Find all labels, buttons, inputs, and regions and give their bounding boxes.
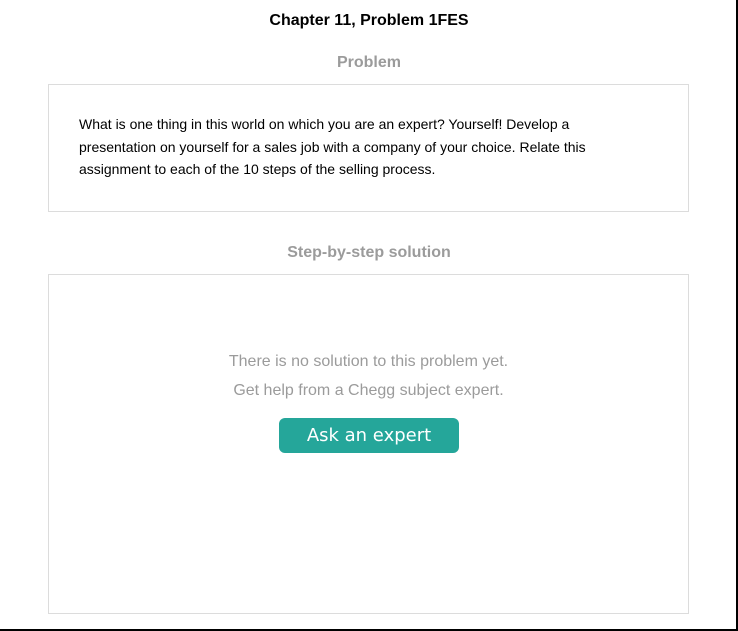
page-title: Chapter 11, Problem 1FES	[269, 12, 469, 29]
problem-box: What is one thing in this world on which…	[48, 84, 689, 212]
no-solution-message: There is no solution to this problem yet…	[228, 353, 509, 370]
ask-an-expert-button[interactable]: Ask an expert	[279, 418, 459, 453]
expert-help-message: Get help from a Chegg subject expert.	[233, 382, 504, 399]
problem-heading: Problem	[336, 54, 401, 71]
solution-heading: Step-by-step solution	[287, 244, 451, 261]
problem-text: What is one thing in this world on which…	[79, 116, 586, 177]
solution-box: There is no solution to this problem yet…	[48, 274, 689, 614]
